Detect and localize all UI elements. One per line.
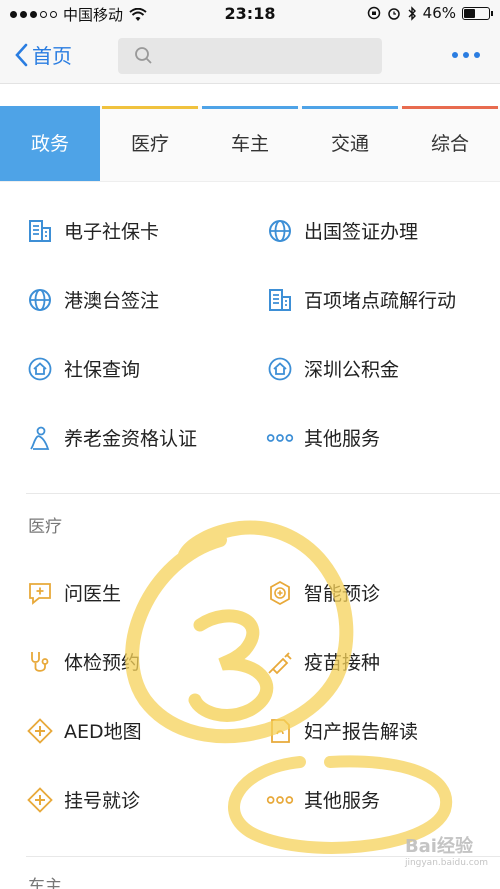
- gov-service-item[interactable]: 深圳公积金: [266, 334, 500, 403]
- cross-icon: [26, 786, 54, 814]
- medical-section: 问医生 智能预诊体检预约 疫苗接种 AED地图 妇产报告解读挂号就诊 其他服务: [0, 558, 500, 834]
- battery-percent: 46%: [422, 4, 456, 22]
- service-label: 妇产报告解读: [304, 721, 419, 743]
- gov-service-item[interactable]: 港澳台签注: [26, 265, 266, 334]
- service-label: 电子社保卡: [64, 221, 160, 243]
- tab-indicator: [302, 106, 398, 109]
- tab-label: 车主: [230, 133, 269, 155]
- car-section-title: 车主: [28, 877, 62, 889]
- tab-label: 交通: [330, 133, 369, 155]
- aed-cross-icon: [26, 717, 54, 745]
- watermark: Bai经验 jingyan.baidu.com: [405, 832, 488, 868]
- service-label: AED地图: [64, 721, 142, 743]
- service-label: 其他服务: [304, 428, 381, 450]
- tab-2[interactable]: 车主: [200, 106, 300, 181]
- back-button[interactable]: 首页: [14, 40, 72, 69]
- more-dots-icon: [266, 786, 294, 814]
- more-dots-icon: [266, 424, 294, 452]
- report-icon: [266, 717, 294, 745]
- tab-indicator: [2, 106, 98, 109]
- rotation-lock-icon: [367, 6, 380, 20]
- tab-indicator: [402, 106, 498, 109]
- service-label: 百项堵点疏解行动: [304, 290, 457, 312]
- tab-label: 政务: [30, 133, 69, 155]
- globe-icon: [26, 286, 54, 314]
- service-label: 社保查询: [64, 359, 141, 381]
- tab-label: 医疗: [130, 133, 169, 155]
- service-label: 问医生: [64, 583, 122, 605]
- status-bar: 中国移动 23:18 46%: [0, 0, 500, 28]
- house-shield-icon: [266, 355, 294, 383]
- elder-icon: [26, 424, 54, 452]
- tab-4[interactable]: 综合: [400, 106, 500, 181]
- smart-diagnosis-icon: [266, 579, 294, 607]
- globe-icon: [266, 217, 294, 245]
- service-label: 挂号就诊: [64, 790, 141, 812]
- gov-service-grid: 电子社保卡 出国签证办理港澳台签注 百项堵点疏解行动社保查询 深圳公积金养老金资格认证…: [26, 196, 500, 472]
- category-tabs: 政务 医疗 车主 交通 综合: [0, 106, 500, 182]
- section-divider: [26, 493, 500, 494]
- more-menu-button[interactable]: [452, 52, 480, 58]
- service-label: 养老金资格认证: [64, 428, 198, 450]
- medical-service-item[interactable]: 挂号就诊: [26, 765, 266, 834]
- service-label: 港澳台签注: [64, 290, 160, 312]
- status-right: 46%: [367, 4, 493, 22]
- service-label: 其他服务: [304, 790, 381, 812]
- service-label: 智能预诊: [304, 583, 381, 605]
- service-label: 体检预约: [64, 652, 141, 674]
- alarm-icon: [387, 8, 400, 20]
- medical-service-item[interactable]: 疫苗接种: [266, 627, 500, 696]
- gov-service-item[interactable]: 养老金资格认证: [26, 403, 266, 472]
- tab-3[interactable]: 交通: [300, 106, 400, 181]
- medical-service-item[interactable]: 其他服务: [266, 765, 500, 834]
- gov-service-item[interactable]: 电子社保卡: [26, 196, 266, 265]
- service-label: 出国签证办理: [304, 221, 419, 243]
- medical-service-item[interactable]: 问医生: [26, 558, 266, 627]
- medical-service-item[interactable]: 妇产报告解读: [266, 696, 500, 765]
- gov-service-item[interactable]: 其他服务: [266, 403, 500, 472]
- tab-1[interactable]: 医疗: [100, 106, 200, 181]
- gov-section: 电子社保卡 出国签证办理港澳台签注 百项堵点疏解行动社保查询 深圳公积金养老金资格认证…: [0, 196, 500, 472]
- syringe-icon: [266, 648, 294, 676]
- building-icon: [266, 286, 294, 314]
- watermark-sub: jingyan.baidu.com: [404, 858, 488, 868]
- service-label: 疫苗接种: [304, 652, 381, 674]
- medical-service-item[interactable]: AED地图: [26, 696, 266, 765]
- chevron-left-icon: [15, 43, 28, 66]
- search-input[interactable]: [118, 38, 382, 74]
- medical-section-title: 医疗: [28, 517, 62, 537]
- house-shield-icon: [26, 355, 54, 383]
- tab-indicator: [202, 106, 298, 109]
- service-label: 深圳公积金: [304, 359, 400, 381]
- watermark-text: Bai经验: [404, 836, 473, 857]
- building-icon: [26, 217, 54, 245]
- stethoscope-icon: [26, 648, 54, 676]
- search-icon: [135, 47, 152, 64]
- bluetooth-icon: [408, 5, 416, 21]
- medical-service-grid: 问医生 智能预诊体检预约 疫苗接种 AED地图 妇产报告解读挂号就诊 其他服务: [26, 558, 500, 834]
- tab-label: 综合: [430, 133, 469, 155]
- back-label: 首页: [32, 44, 72, 68]
- medical-service-item[interactable]: 智能预诊: [266, 558, 500, 627]
- gov-service-item[interactable]: 出国签证办理: [266, 196, 500, 265]
- medical-service-item[interactable]: 体检预约: [26, 627, 266, 696]
- chat-plus-icon: [26, 579, 54, 607]
- battery-icon: [462, 6, 493, 20]
- gov-service-item[interactable]: 百项堵点疏解行动: [266, 265, 500, 334]
- nav-bar: 首页: [0, 28, 500, 84]
- tab-0[interactable]: 政务: [0, 106, 100, 181]
- tab-indicator: [102, 106, 198, 109]
- gov-service-item[interactable]: 社保查询: [26, 334, 266, 403]
